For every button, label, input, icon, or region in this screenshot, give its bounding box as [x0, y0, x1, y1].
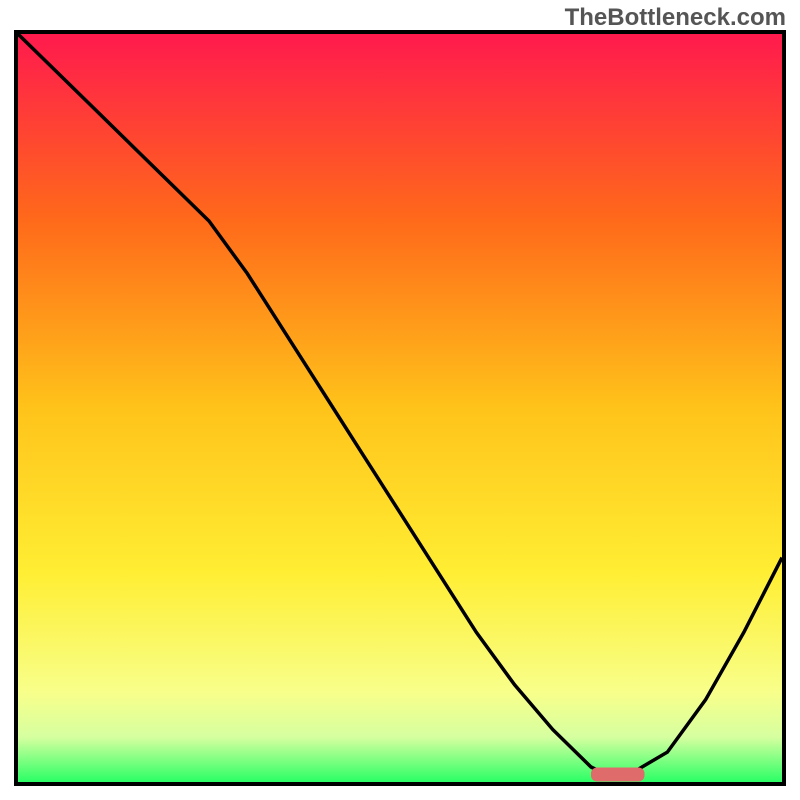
chart-frame	[14, 30, 786, 786]
optimal-marker	[591, 768, 645, 782]
watermark-text: TheBottleneck.com	[565, 4, 786, 32]
chart-svg	[18, 34, 782, 782]
chart-container: TheBottleneck.com	[0, 0, 800, 800]
